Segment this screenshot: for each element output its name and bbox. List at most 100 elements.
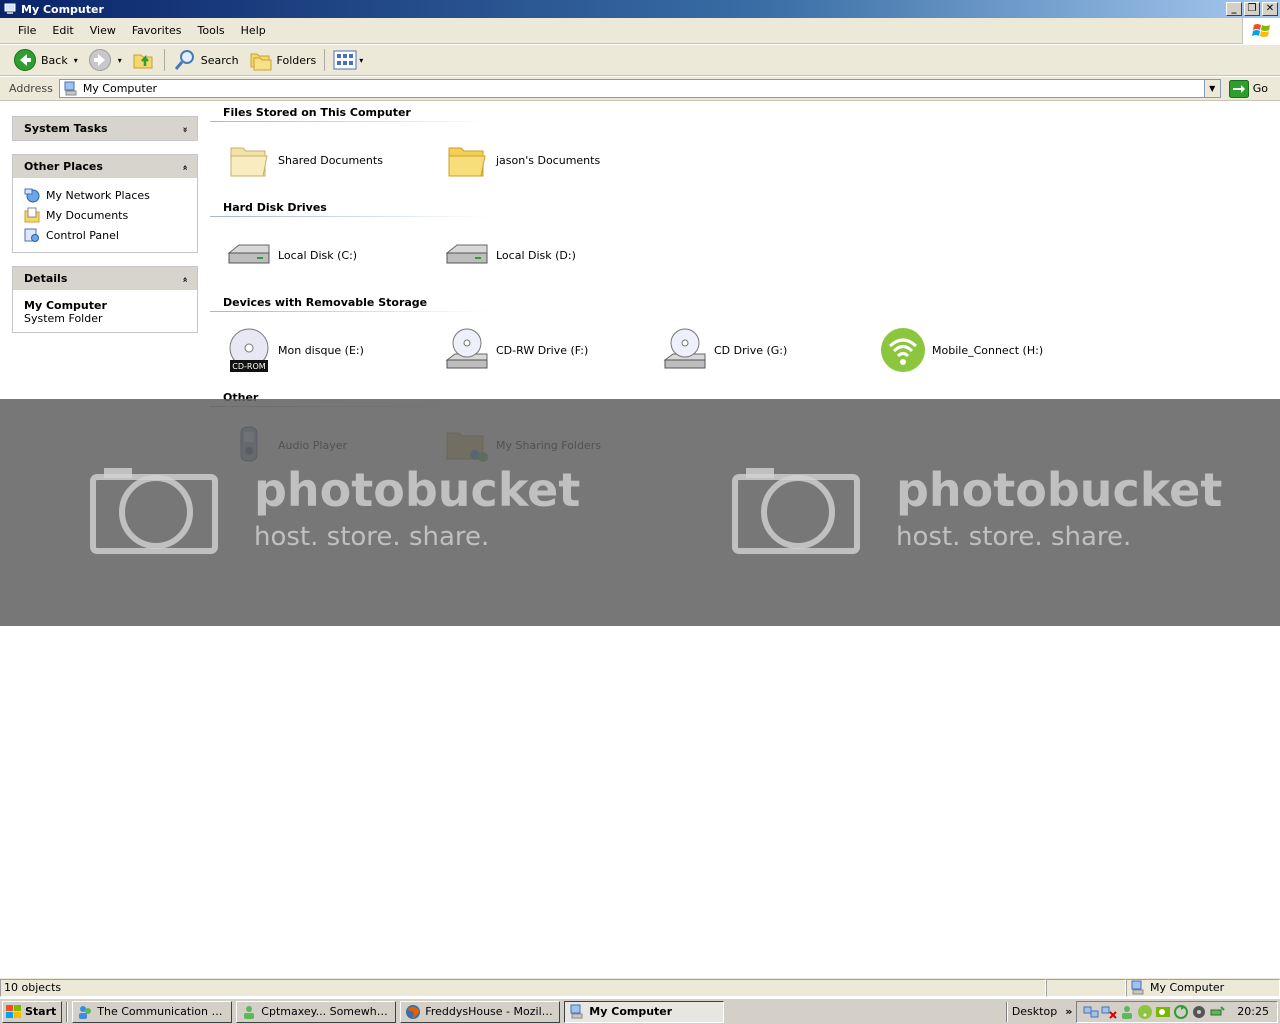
task-pane: System Tasks » Other Places « My Network… bbox=[12, 116, 198, 346]
start-button[interactable]: Start bbox=[2, 1000, 63, 1023]
group-header: Hard Disk Drives bbox=[210, 198, 490, 217]
item-label: Shared Documents bbox=[278, 153, 383, 167]
collapse-chevron-icon[interactable]: « bbox=[180, 273, 190, 283]
back-button[interactable]: Back ▾ bbox=[8, 47, 83, 73]
taskbar-button-label: The Communication Cons... bbox=[97, 1005, 227, 1018]
other-places-title: Other Places bbox=[24, 160, 103, 173]
taskbar-button-label: FreddysHouse - Mozilla F... bbox=[425, 1005, 555, 1018]
item-shared-documents[interactable]: Shared Documents bbox=[210, 136, 428, 184]
taskbar-button-communication[interactable]: The Communication Cons... bbox=[72, 1000, 233, 1023]
menu-file[interactable]: File bbox=[10, 24, 44, 37]
sync-icon[interactable] bbox=[1173, 1004, 1189, 1020]
address-input[interactable] bbox=[78, 81, 1204, 96]
item-mon-disque-e[interactable]: CD-ROM Mon disque (E:) bbox=[210, 326, 428, 374]
toolbar-more-icon[interactable]: » bbox=[1065, 1005, 1072, 1018]
expand-chevron-icon[interactable]: » bbox=[180, 123, 190, 133]
network-icon[interactable] bbox=[1083, 1004, 1099, 1020]
details-type: System Folder bbox=[24, 312, 103, 325]
menu-tools[interactable]: Tools bbox=[190, 24, 233, 37]
address-bar: Address ▼ Go bbox=[0, 77, 1280, 101]
go-arrow-icon bbox=[1228, 79, 1249, 98]
hard-disk-icon bbox=[445, 244, 488, 264]
system-tasks-panel: System Tasks » bbox=[12, 116, 198, 141]
taskbar-button-firefox[interactable]: FreddysHouse - Mozilla F... bbox=[400, 1000, 561, 1023]
details-panel: Details « My Computer System Folder bbox=[12, 266, 198, 333]
other-places-header[interactable]: Other Places « bbox=[13, 155, 197, 178]
standard-toolbar: Back ▾ ▾ Search Folders ▾ bbox=[0, 45, 1280, 76]
audio-player-icon bbox=[240, 426, 258, 462]
item-cd-drive-g[interactable]: CD Drive (G:) bbox=[646, 326, 864, 374]
system-tasks-header[interactable]: System Tasks » bbox=[13, 117, 197, 140]
item-label: Local Disk (D:) bbox=[496, 248, 576, 262]
my-computer-icon bbox=[4, 3, 16, 14]
details-title: Details bbox=[24, 272, 68, 285]
status-zone-label: My Computer bbox=[1150, 981, 1225, 994]
back-arrow-icon bbox=[14, 49, 36, 71]
link-my-network-places[interactable]: My Network Places bbox=[24, 185, 189, 205]
close-button[interactable]: ✕ bbox=[1262, 2, 1278, 16]
views-button[interactable]: ▾ bbox=[328, 47, 368, 73]
media-icon[interactable] bbox=[1191, 1004, 1207, 1020]
item-local-disk-c[interactable]: Local Disk (C:) bbox=[210, 231, 428, 279]
item-label: Mobile_Connect (H:) bbox=[932, 343, 1044, 357]
item-local-disk-d[interactable]: Local Disk (D:) bbox=[428, 231, 646, 279]
link-my-documents[interactable]: My Documents bbox=[24, 205, 189, 225]
maximize-button[interactable]: ❐ bbox=[1244, 2, 1260, 16]
link-label: My Documents bbox=[46, 208, 129, 222]
windows-logo-icon bbox=[1242, 18, 1280, 44]
nvidia-icon[interactable] bbox=[1155, 1004, 1171, 1020]
menu-help[interactable]: Help bbox=[233, 24, 274, 37]
desktop-toolbar[interactable]: Desktop » bbox=[998, 1001, 1076, 1023]
system-tasks-title: System Tasks bbox=[24, 122, 108, 135]
forward-button[interactable]: ▾ bbox=[83, 47, 127, 73]
views-icon bbox=[333, 50, 357, 70]
watermark-tagline: host. store. share. bbox=[896, 522, 1132, 552]
menu-view[interactable]: View bbox=[82, 24, 124, 37]
camera-icon bbox=[90, 468, 218, 554]
system-tray: 20:25 bbox=[1076, 1000, 1278, 1023]
up-folder-button[interactable] bbox=[127, 47, 161, 73]
status-empty-cell bbox=[1046, 978, 1126, 997]
item-label: Audio Player bbox=[278, 438, 347, 452]
folders-button[interactable]: Folders bbox=[244, 47, 322, 73]
mobile-connect-tray-icon[interactable] bbox=[1137, 1004, 1153, 1020]
network-disconnected-icon[interactable] bbox=[1101, 1004, 1118, 1020]
link-control-panel[interactable]: Control Panel bbox=[24, 225, 189, 245]
control-panel-icon bbox=[24, 228, 39, 242]
menu-favorites[interactable]: Favorites bbox=[124, 24, 190, 37]
back-dropdown-icon[interactable]: ▾ bbox=[74, 56, 78, 65]
item-mobile-connect-h[interactable]: Mobile_Connect (H:) bbox=[864, 326, 1082, 374]
hard-disk-icon bbox=[227, 244, 270, 264]
taskbar-button-cptmaxey[interactable]: Cptmaxey... Somewhere... bbox=[236, 1000, 397, 1023]
folders-icon bbox=[250, 53, 272, 71]
forward-arrow-icon bbox=[88, 49, 111, 71]
my-computer-icon bbox=[64, 81, 77, 95]
search-button[interactable]: Search bbox=[168, 47, 244, 73]
item-audio-player[interactable]: Audio Player bbox=[210, 421, 428, 469]
window-title: My Computer bbox=[21, 2, 104, 16]
messenger-tray-icon[interactable] bbox=[1119, 1004, 1135, 1020]
toolbar-separator bbox=[324, 49, 326, 71]
go-button[interactable]: Go bbox=[1228, 79, 1268, 98]
taskbar: Start The Communication Cons... Cptmaxey… bbox=[0, 998, 1280, 1024]
tray-clock[interactable]: 20:25 bbox=[1237, 1005, 1269, 1018]
views-dropdown-icon[interactable]: ▾ bbox=[359, 56, 363, 65]
start-label: Start bbox=[25, 1005, 57, 1018]
messenger-icon bbox=[79, 1005, 92, 1019]
item-jasons-documents[interactable]: jason's Documents bbox=[428, 136, 646, 184]
collapse-chevron-icon[interactable]: « bbox=[180, 161, 190, 171]
menu-edit[interactable]: Edit bbox=[44, 24, 81, 37]
details-header[interactable]: Details « bbox=[13, 267, 197, 290]
item-cdrw-drive-f[interactable]: CD-RW Drive (F:) bbox=[428, 326, 646, 374]
address-field[interactable]: ▼ bbox=[58, 79, 1221, 98]
minimize-button[interactable]: _ bbox=[1226, 2, 1242, 16]
safely-remove-hardware-icon[interactable] bbox=[1209, 1004, 1226, 1020]
search-icon bbox=[174, 50, 194, 70]
desktop-label: Desktop bbox=[1011, 1005, 1058, 1018]
address-dropdown-icon[interactable]: ▼ bbox=[1203, 80, 1220, 97]
item-label: CD-RW Drive (F:) bbox=[496, 343, 589, 357]
content-pane: Files Stored on This Computer Shared Doc… bbox=[210, 103, 1280, 483]
forward-dropdown-icon[interactable]: ▾ bbox=[118, 56, 122, 65]
taskbar-button-my-computer[interactable]: My Computer bbox=[564, 1000, 725, 1023]
item-my-sharing-folders[interactable]: My Sharing Folders bbox=[428, 421, 646, 469]
